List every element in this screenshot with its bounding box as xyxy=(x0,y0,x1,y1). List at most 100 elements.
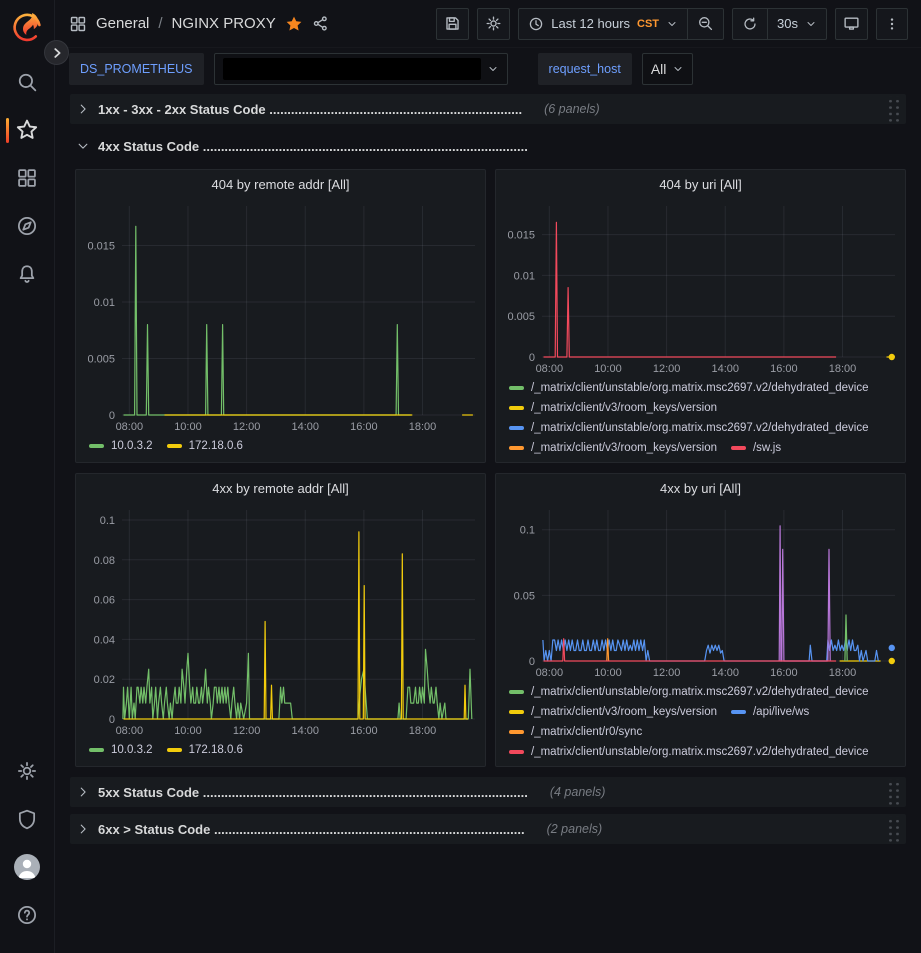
svg-text:0: 0 xyxy=(529,352,535,364)
chevron-down-icon xyxy=(76,139,90,153)
svg-text:08:00: 08:00 xyxy=(116,421,144,433)
breadcrumb-folder[interactable]: General xyxy=(96,15,149,32)
search-icon xyxy=(16,71,38,93)
svg-text:0.02: 0.02 xyxy=(94,674,115,686)
panel-legend: 10.0.3.2 172.18.0.6 xyxy=(89,436,477,456)
refresh-button[interactable] xyxy=(733,9,767,39)
svg-text:0.01: 0.01 xyxy=(514,270,535,282)
legend-item[interactable]: 172.18.0.6 xyxy=(167,436,243,456)
tv-mode-button[interactable] xyxy=(835,8,868,40)
sidebar-item-profile[interactable] xyxy=(7,847,47,887)
legend-item[interactable]: /_matrix/client/v3/room_keys/version xyxy=(509,438,717,456)
svg-text:18:00: 18:00 xyxy=(829,667,857,679)
panel-title[interactable]: 404 by uri [All] xyxy=(496,172,905,198)
sidebar-expand-button[interactable] xyxy=(44,40,69,65)
svg-text:18:00: 18:00 xyxy=(409,725,437,737)
row-header-5xx[interactable]: 5xx Status Code ........................… xyxy=(70,777,906,807)
grafana-logo[interactable] xyxy=(10,8,44,42)
variable-label-ds-prometheus: DS_PROMETHEUS xyxy=(69,53,204,85)
sidebar-item-starred[interactable] xyxy=(7,110,47,150)
legend-swatch xyxy=(89,444,104,448)
legend-swatch xyxy=(509,730,524,734)
sidebar-item-explore[interactable] xyxy=(7,206,47,246)
panel-title[interactable]: 4xx by remote addr [All] xyxy=(76,476,485,502)
time-range-picker[interactable]: Last 12 hours CST xyxy=(519,9,687,39)
panel-title[interactable]: 404 by remote addr [All] xyxy=(76,172,485,198)
svg-text:14:00: 14:00 xyxy=(711,363,739,375)
sidebar-item-configuration[interactable] xyxy=(7,751,47,791)
row-header-1xx-3xx-2xx[interactable]: 1xx - 3xx - 2xx Status Code ............… xyxy=(70,94,906,124)
svg-text:16:00: 16:00 xyxy=(350,725,378,737)
apps-grid-icon xyxy=(69,15,87,33)
kebab-menu-button[interactable] xyxy=(876,8,908,40)
time-series-chart[interactable]: 08:0010:0012:0014:0016:0018:0000.050.1 xyxy=(496,502,905,681)
breadcrumb-separator: / xyxy=(158,15,162,32)
legend-label: /_matrix/client/unstable/org.matrix.msc2… xyxy=(531,382,869,394)
legend-swatch xyxy=(509,386,524,390)
panel-404-by-uri: 404 by uri [All] 08:0010:0012:0014:0016:… xyxy=(495,169,906,463)
time-series-chart[interactable]: 08:0010:0012:0014:0016:0018:0000.0050.01… xyxy=(76,198,485,435)
refresh-interval-label: 30s xyxy=(777,16,798,31)
time-series-chart[interactable]: 08:0010:0012:0014:0016:0018:0000.020.040… xyxy=(76,502,485,739)
panel-404-by-remote-addr: 404 by remote addr [All] 08:0010:0012:00… xyxy=(75,169,486,463)
zoom-out-button[interactable] xyxy=(687,9,723,39)
sidebar-item-server-admin[interactable] xyxy=(7,799,47,839)
svg-text:18:00: 18:00 xyxy=(829,363,857,375)
row-panel-count: (2 panels) xyxy=(547,822,603,836)
variable-select-datasource[interactable] xyxy=(214,53,508,85)
share-icon[interactable] xyxy=(312,15,329,32)
legend-item[interactable]: /_matrix/client/v3/room_keys/version xyxy=(509,702,717,722)
row-header-4xx[interactable]: 4xx Status Code ........................… xyxy=(70,132,906,160)
gear-icon xyxy=(16,760,38,782)
legend-swatch xyxy=(509,406,524,410)
legend-item[interactable]: /_matrix/client/unstable/org.matrix.msc2… xyxy=(509,742,869,760)
svg-text:0.04: 0.04 xyxy=(94,634,115,646)
time-series-chart[interactable]: 08:0010:0012:0014:0016:0018:0000.0050.01… xyxy=(496,198,905,377)
legend-label: /_matrix/client/v3/room_keys/version xyxy=(531,706,717,718)
row-drag-handle[interactable] xyxy=(886,96,900,122)
chevron-right-icon xyxy=(76,822,90,836)
chevron-down-icon xyxy=(666,18,678,30)
time-range-label: Last 12 hours xyxy=(551,16,630,31)
help-icon xyxy=(16,904,38,926)
row-drag-handle[interactable] xyxy=(886,816,900,842)
legend-item[interactable]: /_matrix/client/r0/sync xyxy=(509,722,642,742)
legend-label: /api/live/ws xyxy=(753,706,809,718)
legend-item[interactable]: /sw.js xyxy=(731,438,781,456)
legend-swatch xyxy=(731,446,746,450)
sidebar-item-alerting[interactable] xyxy=(7,254,47,294)
row-title: 5xx Status Code ........................… xyxy=(98,785,528,800)
legend-item[interactable]: /_matrix/client/unstable/org.matrix.msc2… xyxy=(509,682,869,702)
row-drag-handle[interactable] xyxy=(886,779,900,805)
svg-text:0: 0 xyxy=(529,656,535,668)
legend-label: /_matrix/client/unstable/org.matrix.msc2… xyxy=(531,422,869,434)
svg-text:0: 0 xyxy=(109,410,115,422)
refresh-interval-picker[interactable]: 30s xyxy=(767,9,826,39)
legend-item[interactable]: 10.0.3.2 xyxy=(89,436,153,456)
sidebar-item-help[interactable] xyxy=(7,895,47,935)
bell-icon xyxy=(16,263,38,285)
sidebar-item-search[interactable] xyxy=(7,62,47,102)
svg-text:0.06: 0.06 xyxy=(94,595,115,607)
legend-item[interactable]: /_matrix/client/v3/room_keys/version xyxy=(509,398,717,418)
legend-item[interactable]: /_matrix/client/unstable/org.matrix.msc2… xyxy=(509,418,869,438)
variables-row: DS_PROMETHEUS request_host All xyxy=(55,48,921,90)
svg-text:0.005: 0.005 xyxy=(507,311,535,323)
dashboard-settings-button[interactable] xyxy=(477,8,510,40)
svg-text:12:00: 12:00 xyxy=(233,421,261,433)
gear-icon xyxy=(485,15,502,32)
sidebar-item-dashboards[interactable] xyxy=(7,158,47,198)
svg-text:08:00: 08:00 xyxy=(536,667,564,679)
favorite-star-icon[interactable] xyxy=(285,15,303,33)
variable-select-request-host[interactable]: All xyxy=(642,53,694,85)
save-dashboard-button[interactable] xyxy=(436,8,469,40)
legend-swatch xyxy=(509,426,524,430)
legend-item[interactable]: 10.0.3.2 xyxy=(89,740,153,760)
row-header-6xx[interactable]: 6xx > Status Code ......................… xyxy=(70,814,906,844)
legend-item[interactable]: /api/live/ws xyxy=(731,702,809,722)
legend-item[interactable]: 172.18.0.6 xyxy=(167,740,243,760)
legend-item[interactable]: /_matrix/client/unstable/org.matrix.msc2… xyxy=(509,378,869,398)
svg-text:16:00: 16:00 xyxy=(770,667,798,679)
panel-title[interactable]: 4xx by uri [All] xyxy=(496,476,905,502)
svg-text:08:00: 08:00 xyxy=(116,725,144,737)
